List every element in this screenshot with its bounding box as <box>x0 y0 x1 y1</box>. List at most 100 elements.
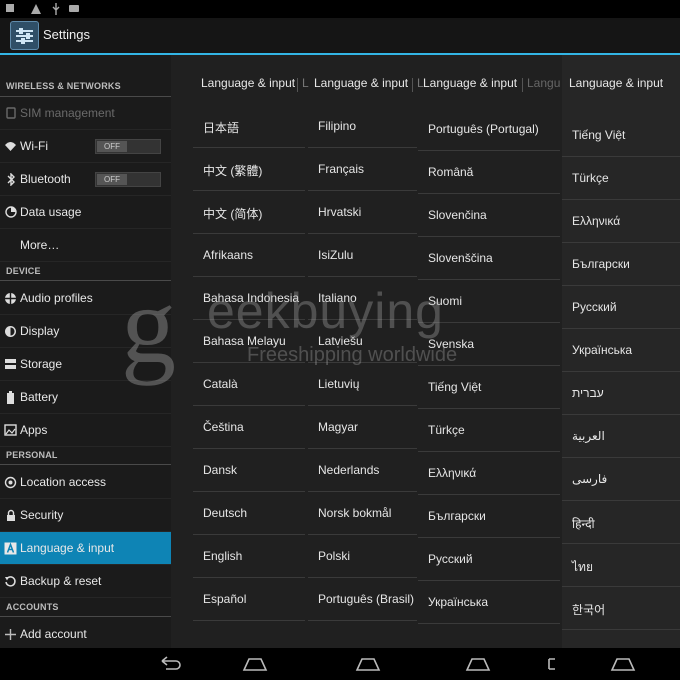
language-list-item[interactable]: Čeština <box>193 407 305 449</box>
sidebar-item-audio-profiles[interactable]: Audio profiles <box>0 282 171 315</box>
language-label: Български <box>572 257 630 271</box>
home-icon[interactable] <box>465 654 491 674</box>
language-list-item[interactable]: Hrvatski <box>308 192 417 234</box>
language-list-item[interactable]: Ελληνικά <box>418 453 560 495</box>
language-list-item[interactable]: العربية <box>562 416 680 458</box>
language-label: Lietuvių <box>318 377 360 391</box>
language-list-item[interactable]: Magyar <box>308 407 417 449</box>
language-list-item[interactable]: 中文 (简体) <box>193 192 305 234</box>
sidebar-item-label: Language & input <box>20 541 115 555</box>
language-list-item[interactable]: Українська <box>562 330 680 372</box>
language-label: हिन्दी <box>572 517 595 531</box>
sidebar-item-backup-reset[interactable]: Backup & reset <box>0 565 171 598</box>
language-list-item[interactable]: Latviešu <box>308 321 417 363</box>
language-list-item[interactable]: Български <box>418 496 560 538</box>
language-content-area: Language & input L 日本語 中文 (繁體) 中文 (简体) A… <box>171 55 680 648</box>
home-icon[interactable] <box>242 654 268 674</box>
language-label: Ελληνικά <box>572 214 621 228</box>
panel-title: Language & input <box>201 76 296 90</box>
language-label: Dansk <box>203 463 238 477</box>
language-label: 中文 (繁體) <box>203 164 263 178</box>
title-divider <box>522 78 523 92</box>
sidebar-item-bluetooth[interactable]: Bluetooth OFF <box>0 163 171 196</box>
home-icon[interactable] <box>355 654 381 674</box>
language-label: Italiano <box>318 291 357 305</box>
language-list-item[interactable]: Svenska <box>418 324 560 366</box>
sidebar-item-storage[interactable]: Storage <box>0 348 171 381</box>
language-label: 한국어 <box>572 603 606 617</box>
language-list-item[interactable]: IsiZulu <box>308 235 417 277</box>
section-header-accounts: ACCOUNTS <box>6 602 59 612</box>
language-list-item[interactable]: Français <box>308 149 417 191</box>
language-panel-4: Language & input Tiếng Việt Türkçe Ελλην… <box>562 55 680 648</box>
sidebar-item-add-account[interactable]: Add account <box>0 618 171 651</box>
language-list-item[interactable]: हिन्दी <box>562 502 680 544</box>
home-icon[interactable] <box>610 654 636 674</box>
language-list-item[interactable]: Slovenščina <box>418 238 560 280</box>
settings-icon[interactable] <box>10 21 39 50</box>
sidebar-item-battery[interactable]: Battery <box>0 381 171 414</box>
language-list-item[interactable]: Português (Brasil) <box>308 579 417 621</box>
back-icon[interactable] <box>158 654 184 674</box>
recents-icon[interactable] <box>545 654 559 674</box>
language-list-item[interactable]: Български <box>562 244 680 286</box>
language-list-item[interactable]: Lietuvių <box>308 364 417 406</box>
sidebar-item-language-input[interactable]: Language & input <box>0 532 171 565</box>
language-list-item[interactable]: Русский <box>418 539 560 581</box>
language-list-item[interactable]: Tiếng Việt <box>418 367 560 409</box>
language-list-item[interactable]: English <box>193 536 305 578</box>
wifi-toggle[interactable]: OFF <box>95 139 161 154</box>
sidebar-item-wifi[interactable]: Wi-Fi OFF <box>0 130 171 163</box>
language-list-item[interactable]: Türkçe <box>562 158 680 200</box>
language-label: Português (Portugal) <box>428 122 539 136</box>
language-list-item[interactable]: 日本語 <box>193 106 305 148</box>
language-label: Română <box>428 165 474 179</box>
language-list-item[interactable]: Nederlands <box>308 450 417 492</box>
language-list-item[interactable]: ไทย <box>562 545 680 587</box>
language-list-item[interactable]: 中文 (繁體) <box>193 149 305 191</box>
language-list-item[interactable]: Русский <box>562 287 680 329</box>
language-list-item[interactable]: 한국어 <box>562 588 680 630</box>
notification-square-icon <box>4 3 16 15</box>
sidebar-item-more[interactable]: More… <box>0 229 171 262</box>
panel-title: Language & input <box>423 76 518 90</box>
section-header-device: DEVICE <box>6 266 41 276</box>
language-label: ไทย <box>572 560 593 574</box>
language-list-item[interactable]: Bahasa Indonesia <box>193 278 305 320</box>
sidebar-item-label: Backup & reset <box>20 574 102 588</box>
storage-icon <box>4 358 17 371</box>
language-label: Español <box>203 592 247 606</box>
language-list-item[interactable]: Suomi <box>418 281 560 323</box>
section-divider <box>0 464 171 465</box>
language-list-item[interactable]: Slovenčina <box>418 195 560 237</box>
language-list-item[interactable]: Tiếng Việt <box>562 115 680 157</box>
language-list-item[interactable]: Português (Portugal) <box>418 109 560 151</box>
sidebar-item-display[interactable]: Display <box>0 315 171 348</box>
language-list-item[interactable]: Українська <box>418 582 560 624</box>
language-list-item[interactable]: Polski <box>308 536 417 578</box>
language-list-item[interactable]: Deutsch <box>193 493 305 535</box>
language-list-item[interactable]: Bahasa Melayu <box>193 321 305 363</box>
sidebar-item-security[interactable]: Security <box>0 499 171 532</box>
language-list-item[interactable]: עברית <box>562 373 680 415</box>
sim-icon <box>4 107 17 120</box>
language-list-item[interactable]: Català <box>193 364 305 406</box>
language-list-item[interactable]: فارسی <box>562 459 680 501</box>
language-list-item[interactable]: Română <box>418 152 560 194</box>
language-list-item[interactable]: Español <box>193 579 305 621</box>
language-list-item[interactable]: Filipino <box>308 106 417 148</box>
language-list-item[interactable]: Italiano <box>308 278 417 320</box>
sidebar-item-sim-management[interactable]: SIM management <box>0 97 171 130</box>
language-list-item[interactable]: Afrikaans <box>193 235 305 277</box>
language-list-item[interactable]: Dansk <box>193 450 305 492</box>
language-label: Türkçe <box>428 423 465 437</box>
language-list-item[interactable]: Norsk bokmål <box>308 493 417 535</box>
sidebar-item-location-access[interactable]: Location access <box>0 466 171 499</box>
language-list-item[interactable]: Türkçe <box>418 410 560 452</box>
language-list-item[interactable]: Ελληνικά <box>562 201 680 243</box>
keyboard-a-icon <box>4 542 17 555</box>
sidebar-item-data-usage[interactable]: Data usage <box>0 196 171 229</box>
bluetooth-toggle[interactable]: OFF <box>95 172 161 187</box>
toggle-state: OFF <box>97 141 127 152</box>
sidebar-item-apps[interactable]: Apps <box>0 414 171 447</box>
